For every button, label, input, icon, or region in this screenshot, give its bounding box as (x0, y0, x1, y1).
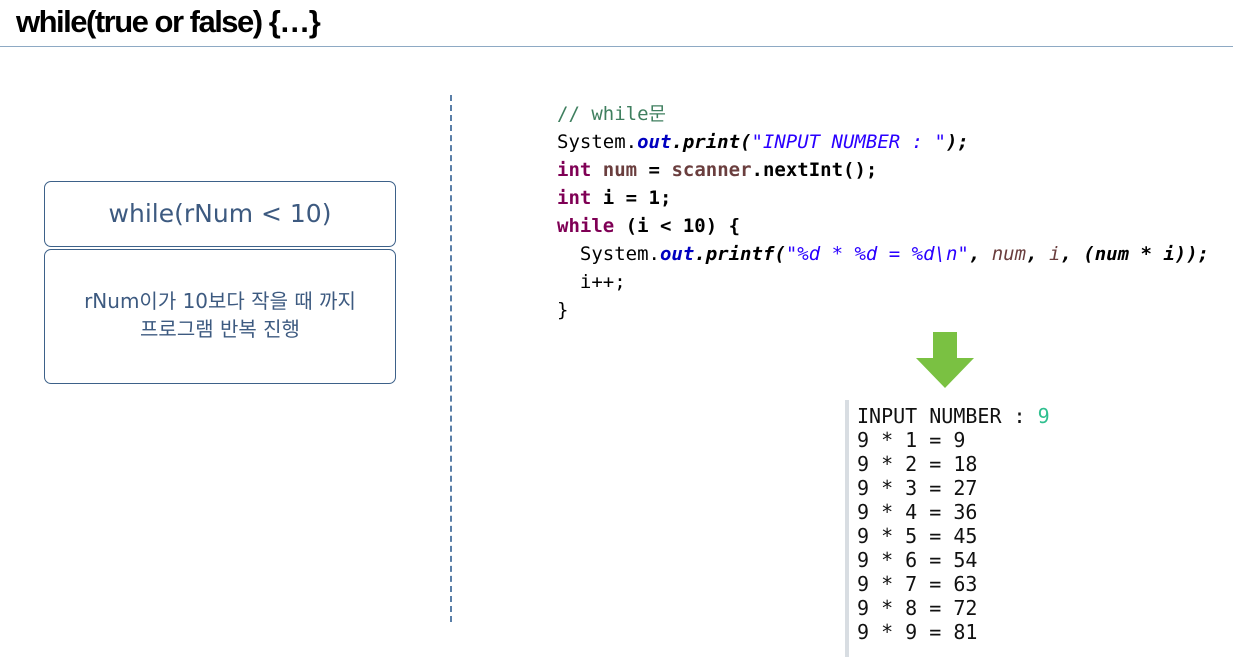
code-comment: // while문 (557, 103, 666, 125)
code-line-3: int num = scanner.nextInt(); (557, 159, 878, 181)
code-line-7: i++; (579, 271, 626, 293)
down-arrow-icon (916, 332, 974, 388)
description-box: rNum이가 10보다 작을 때 까지 프로그램 반복 진행 (44, 249, 396, 384)
code-line-8: } (557, 299, 569, 321)
console-line: 9 * 9 = 81 (857, 620, 978, 644)
console-line: 9 * 6 = 54 (857, 548, 978, 572)
console-prompt: INPUT NUMBER : (857, 404, 1038, 428)
code-line-5: while (i < 10) { (557, 215, 741, 237)
console-line: 9 * 1 = 9 (857, 428, 966, 452)
console-line: 9 * 7 = 63 (857, 572, 978, 596)
code-line-6: System.out.printf("%d * %d = %d\n", num,… (579, 243, 1210, 265)
code-line-2: System.out.print("INPUT NUMBER : "); (557, 131, 969, 153)
console-input-value: 9 (1037, 404, 1050, 428)
title-divider (0, 46, 1233, 47)
description-line-1: rNum이가 10보다 작을 때 까지 (84, 289, 356, 313)
description-line-2: 프로그램 반복 진행 (140, 317, 300, 341)
console-line: 9 * 2 = 18 (857, 452, 978, 476)
console-line: 9 * 3 = 27 (857, 476, 978, 500)
code-snippet: // while문 System.out.print("INPUT NUMBER… (557, 100, 1209, 324)
console-line: 9 * 4 = 36 (857, 500, 978, 524)
page-title: while(true or false) {…} (16, 4, 321, 39)
code-line-4: int i = 1; (557, 187, 672, 209)
dashed-divider (450, 95, 452, 622)
console-output: INPUT NUMBER : 9 9 * 1 = 9 9 * 2 = 18 9 … (845, 400, 1233, 657)
condition-box: while(rNum < 10) (44, 181, 396, 247)
console-line: 9 * 8 = 72 (857, 596, 978, 620)
condition-label: while(rNum < 10) (108, 199, 332, 228)
console-line: 9 * 5 = 45 (857, 524, 978, 548)
